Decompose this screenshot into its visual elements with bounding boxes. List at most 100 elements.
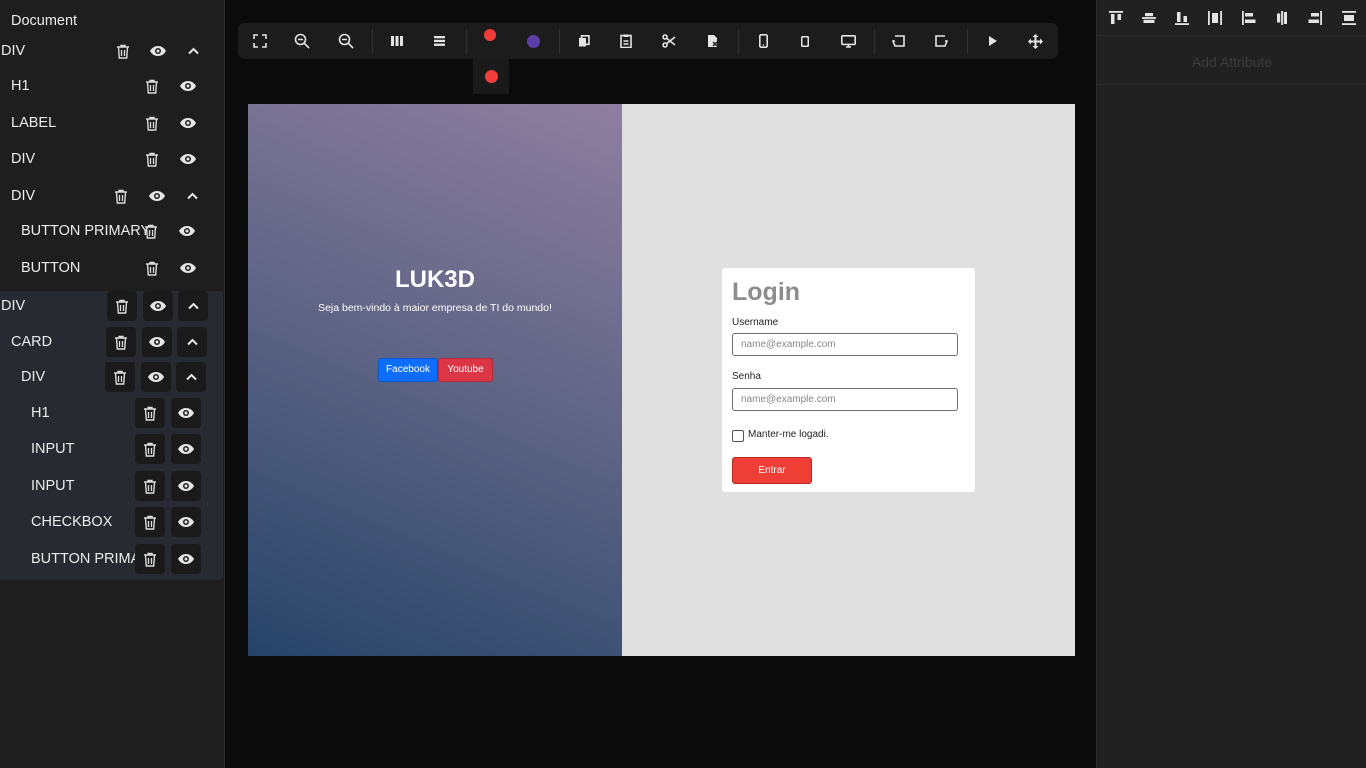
rows-icon[interactable] <box>425 27 453 55</box>
design-canvas[interactable]: LUK3D Seja bem-vindo à maior empresa de … <box>248 104 1075 656</box>
hero-section[interactable]: LUK3D Seja bem-vindo à maior empresa de … <box>248 104 622 656</box>
layer-row[interactable]: BUTTON PRIMARY <box>0 213 224 249</box>
eye-icon[interactable] <box>171 544 201 574</box>
eye-icon[interactable] <box>143 291 173 321</box>
chevron-up-icon[interactable] <box>177 181 207 211</box>
trash-icon[interactable] <box>135 434 165 464</box>
add-attribute-button[interactable]: Add Attribute <box>1097 54 1366 70</box>
layer-label[interactable]: DIV <box>11 178 35 214</box>
layer-label[interactable]: DIV <box>11 141 35 177</box>
distribute-vertical-icon[interactable] <box>1204 7 1226 29</box>
eye-icon[interactable] <box>173 144 203 174</box>
desktop-icon[interactable] <box>834 27 862 55</box>
red-color-swatch[interactable] <box>484 70 498 83</box>
chevron-up-icon[interactable] <box>178 36 208 66</box>
eye-icon[interactable] <box>173 253 203 283</box>
distribute-horizontal-icon[interactable] <box>1338 7 1360 29</box>
layer-row[interactable]: DIV <box>0 288 224 324</box>
align-vertical-center-icon[interactable] <box>1138 7 1160 29</box>
trash-icon[interactable] <box>137 144 167 174</box>
layer-label[interactable]: CARD <box>11 324 52 360</box>
align-left-icon[interactable] <box>1238 7 1260 29</box>
eye-icon[interactable] <box>171 398 201 428</box>
trash-icon[interactable] <box>137 108 167 138</box>
eye-icon[interactable] <box>142 327 172 357</box>
layer-row[interactable]: CARD <box>0 324 224 360</box>
remember-checkbox[interactable] <box>732 430 744 442</box>
eye-icon[interactable] <box>173 71 203 101</box>
eye-icon[interactable] <box>171 471 201 501</box>
layer-label[interactable]: CHECKBOX <box>31 504 112 540</box>
login-submit-button[interactable]: Entrar <box>732 457 812 484</box>
align-bottom-icon[interactable] <box>1171 7 1193 29</box>
layer-row[interactable]: INPUT <box>0 431 224 467</box>
align-top-icon[interactable] <box>1105 7 1127 29</box>
color-popover[interactable] <box>473 59 509 94</box>
trash-icon[interactable] <box>136 216 166 246</box>
copy-icon[interactable] <box>570 27 598 55</box>
eye-icon[interactable] <box>143 36 173 66</box>
play-icon[interactable] <box>978 27 1006 55</box>
brand-heading[interactable]: LUK3D <box>248 266 622 294</box>
trash-icon[interactable] <box>106 181 136 211</box>
trash-icon[interactable] <box>135 507 165 537</box>
layer-row[interactable]: BUTTON <box>0 250 224 286</box>
columns-icon[interactable] <box>383 27 411 55</box>
align-right-icon[interactable] <box>1304 7 1326 29</box>
cut-icon[interactable] <box>655 27 683 55</box>
chevron-up-icon[interactable] <box>178 291 208 321</box>
eye-icon[interactable] <box>171 507 201 537</box>
layer-row[interactable]: CHECKBOX <box>0 504 224 540</box>
purple-color-icon[interactable] <box>519 27 547 55</box>
zoom-out-icon[interactable] <box>332 27 360 55</box>
eye-icon[interactable] <box>172 216 202 246</box>
layer-row[interactable]: LABEL <box>0 105 224 141</box>
layer-label[interactable]: H1 <box>31 395 50 431</box>
undo-icon[interactable] <box>884 27 912 55</box>
red-color-icon[interactable] <box>476 21 504 49</box>
eye-icon[interactable] <box>171 434 201 464</box>
layer-row[interactable]: DIV <box>0 141 224 177</box>
layer-row[interactable]: BUTTON PRIMARY <box>0 541 224 577</box>
layer-row[interactable]: INPUT <box>0 468 224 504</box>
layer-row[interactable]: H1 <box>0 395 224 431</box>
chevron-up-icon[interactable] <box>177 327 207 357</box>
trash-icon[interactable] <box>106 327 136 357</box>
move-icon[interactable] <box>1021 27 1049 55</box>
fullscreen-icon[interactable] <box>246 27 274 55</box>
login-card[interactable]: Login Username name@example.com Senha na… <box>722 268 975 492</box>
trash-icon[interactable] <box>135 398 165 428</box>
login-title[interactable]: Login <box>732 278 800 307</box>
paste-icon[interactable] <box>612 27 640 55</box>
trash-icon[interactable] <box>137 253 167 283</box>
tagline-label[interactable]: Seja bem-vindo à maior empresa de TI do … <box>248 302 622 314</box>
eye-icon[interactable] <box>141 362 171 392</box>
youtube-button[interactable]: Youtube <box>438 358 493 382</box>
layer-label[interactable]: DIV <box>21 359 45 395</box>
username-input[interactable]: name@example.com <box>732 333 958 356</box>
layer-label[interactable]: DIV <box>1 288 25 324</box>
trash-icon[interactable] <box>108 36 138 66</box>
layer-label[interactable]: DIV <box>1 33 25 69</box>
zoom-out-icon[interactable] <box>288 27 316 55</box>
layer-label[interactable]: LABEL <box>11 105 56 141</box>
trash-icon[interactable] <box>107 291 137 321</box>
eye-icon[interactable] <box>173 108 203 138</box>
layer-label[interactable]: INPUT <box>31 468 75 504</box>
align-horizontal-center-icon[interactable] <box>1271 7 1293 29</box>
chevron-up-icon[interactable] <box>176 362 206 392</box>
layer-label[interactable]: INPUT <box>31 431 75 467</box>
facebook-button[interactable]: Facebook <box>378 358 438 382</box>
redo-icon[interactable] <box>927 27 955 55</box>
trash-icon[interactable] <box>137 71 167 101</box>
trash-icon[interactable] <box>135 471 165 501</box>
mobile-icon[interactable] <box>749 27 777 55</box>
delete-file-icon[interactable] <box>699 27 727 55</box>
layer-row[interactable]: DIV <box>0 178 224 214</box>
tablet-icon[interactable] <box>791 27 819 55</box>
layer-label[interactable]: H1 <box>11 68 30 104</box>
eye-icon[interactable] <box>142 181 172 211</box>
layer-row[interactable]: DIV <box>0 359 224 395</box>
layer-row[interactable]: H1 <box>0 68 224 104</box>
layer-label[interactable]: BUTTON PRIMARY <box>21 213 150 249</box>
